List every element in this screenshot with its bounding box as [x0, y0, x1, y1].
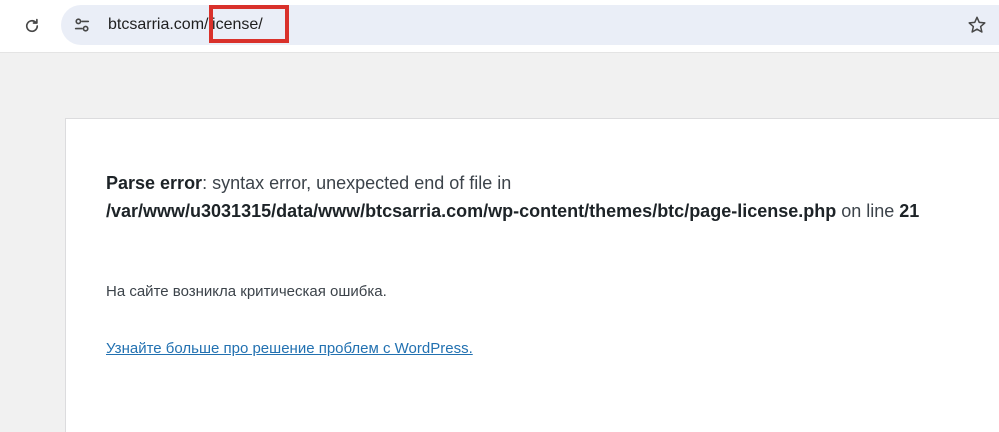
error-page: Parse error: syntax error, unexpected en… — [65, 118, 999, 432]
error-on-line-text: on line — [836, 201, 900, 221]
critical-error-notice: На сайте возникла критическая ошибка. — [106, 283, 387, 300]
url-domain: btcsarria.com — [108, 16, 205, 33]
error-file-path: /var/www/u3031315/data/www/btcsarria.com… — [106, 201, 837, 221]
bookmark-button[interactable] — [964, 12, 990, 38]
reload-button[interactable] — [18, 12, 46, 40]
site-settings-button[interactable] — [70, 13, 94, 37]
reload-icon — [25, 18, 39, 33]
star-icon — [968, 16, 986, 33]
wordpress-help-link[interactable]: Узнайте больше про решение проблем с Wor… — [106, 340, 473, 357]
error-label: Parse error — [106, 173, 203, 193]
parse-error-message: Parse error: syntax error, unexpected en… — [106, 169, 991, 225]
error-description: : syntax error, unexpected end of file i… — [202, 173, 512, 193]
tune-icon — [74, 18, 90, 32]
error-line-number: 21 — [899, 201, 920, 221]
address-bar[interactable]: btcsarria.com/license/ — [61, 5, 999, 45]
browser-toolbar: btcsarria.com/license/ — [0, 0, 999, 53]
url-path-highlight — [209, 5, 289, 43]
